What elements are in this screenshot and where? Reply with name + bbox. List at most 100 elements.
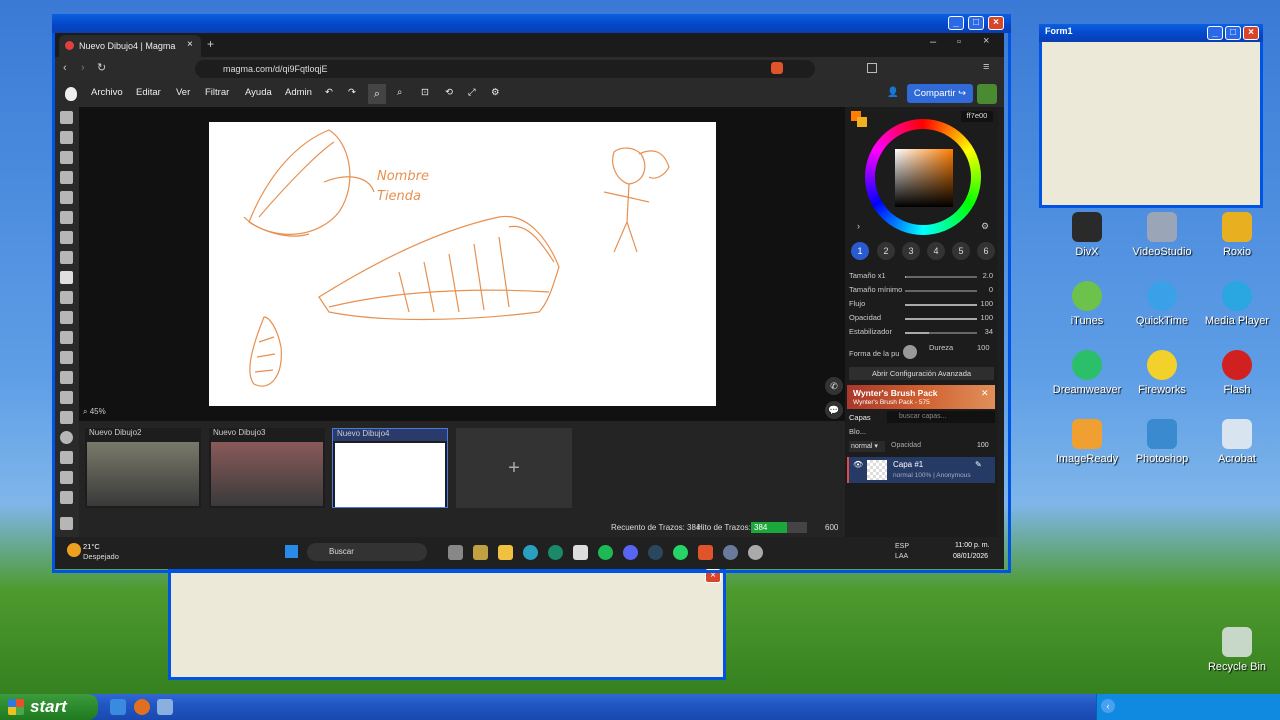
desktop-icon-roxio[interactable]: Roxio [1202, 212, 1272, 258]
steam-icon[interactable] [648, 545, 663, 560]
desktop-icon-videostudio[interactable]: VideoStudio [1127, 212, 1197, 258]
desktop-icon-quicktime[interactable]: QuickTime [1127, 281, 1197, 327]
discord-icon[interactable] [623, 545, 638, 560]
pen-tool-icon[interactable] [60, 231, 73, 244]
brush-slot-3[interactable]: 3 [902, 242, 920, 260]
window-restore-icon[interactable]: ▫ [957, 36, 961, 48]
color-hex[interactable]: ff7e00 [961, 111, 993, 122]
quicklaunch-app-icon[interactable] [157, 699, 173, 715]
eraser-tool-icon[interactable] [60, 291, 73, 304]
chat-icon[interactable]: 💬 [825, 401, 843, 419]
whatsapp-icon[interactable] [673, 545, 688, 560]
layer-search-input[interactable]: buscar capas... [887, 411, 995, 423]
windows-start-icon[interactable] [285, 545, 298, 558]
color-square[interactable] [895, 149, 953, 207]
advanced-settings-button[interactable]: Abrir Configuración Avanzada [849, 367, 994, 380]
desktop-icon-dreamweaver[interactable]: Dreamweaver [1052, 350, 1122, 396]
store-icon[interactable] [573, 545, 588, 560]
add-drawing-button[interactable]: + [456, 428, 572, 508]
taskbar-app-icon[interactable] [448, 545, 463, 560]
desktop-icon-flash[interactable]: Flash [1202, 350, 1272, 396]
menu-filtrar[interactable]: Filtrar [205, 87, 229, 98]
edit-pencil-icon[interactable]: ✎ [975, 460, 982, 469]
voice-call-icon[interactable]: ✆ [825, 377, 843, 395]
transform-tool-icon[interactable] [60, 191, 73, 204]
drawing-thumb-2[interactable]: Nuevo Dibujo2 [85, 428, 201, 508]
share-button[interactable]: Compartir ↪ [907, 84, 973, 103]
drawing-thumb-4[interactable]: Nuevo Dibujo4 [332, 428, 448, 508]
lang-indicator-2[interactable]: LAA [895, 553, 908, 560]
drawing-canvas[interactable]: Nombre Tienda [209, 122, 716, 406]
form1-window[interactable]: Form1 _ □ × [1039, 24, 1263, 208]
menu-editar[interactable]: Editar [136, 87, 161, 98]
desktop-icon-imageready[interactable]: ImageReady [1052, 419, 1122, 465]
visibility-eye-icon[interactable]: 👁 [853, 460, 863, 469]
secondary-color-swatch[interactable] [857, 117, 867, 127]
menu-ver[interactable]: Ver [176, 87, 190, 98]
brush-slot-2[interactable]: 2 [877, 242, 895, 260]
zoom-tool-icon[interactable]: ⌕ [368, 84, 386, 104]
quicklaunch-ie-icon[interactable] [110, 699, 126, 715]
browser-tab[interactable]: Nuevo Dibujo4 | Magma × [59, 35, 201, 57]
brush-tool-icon[interactable] [60, 271, 73, 284]
rectangle-tool-icon[interactable] [60, 411, 73, 424]
url-input[interactable]: magma.com/d/qi9FqtloqjE [195, 60, 815, 78]
close-tab-icon[interactable]: × [187, 39, 193, 50]
close-button[interactable]: × [1243, 26, 1259, 40]
forward-icon[interactable]: › [81, 62, 85, 74]
maximize-button[interactable]: □ [968, 16, 984, 30]
brush-slot-1[interactable]: 1 [851, 242, 869, 260]
window-close-icon[interactable]: × [983, 35, 989, 47]
history-tool-icon[interactable] [60, 491, 73, 504]
promo-close-icon[interactable]: ✕ [981, 388, 989, 399]
window-minimize-icon[interactable]: – [930, 36, 936, 48]
menu-archivo[interactable]: Archivo [91, 87, 123, 98]
setting-flow[interactable]: Flujo 100 [849, 299, 997, 312]
brush-slot-5[interactable]: 5 [952, 242, 970, 260]
fullscreen-icon[interactable]: ⤢ [468, 87, 476, 98]
blur-tool-icon[interactable] [60, 331, 73, 344]
move-tool-icon[interactable] [60, 111, 73, 124]
undo-icon[interactable]: ↶ [325, 87, 333, 98]
gradient-tool-icon[interactable] [60, 371, 73, 384]
desktop-icon-fireworks[interactable]: Fireworks [1127, 350, 1197, 396]
brush-slot-6[interactable]: 6 [977, 242, 995, 260]
lang-indicator[interactable]: ESP [895, 543, 909, 550]
taskbar-app-icon[interactable] [548, 545, 563, 560]
brush-slot-4[interactable]: 4 [927, 242, 945, 260]
settings-icon[interactable]: ⚙ [491, 87, 500, 98]
extensions-icon[interactable] [867, 63, 877, 73]
desktop-icon-media-player[interactable]: Media Player [1202, 281, 1272, 327]
rotate-icon[interactable]: ⟲ [445, 87, 453, 98]
shape-tool-icon[interactable] [60, 451, 73, 464]
promo-banner[interactable]: Wynter's Brush Pack Wynter's Brush Pack … [847, 385, 995, 409]
avatar[interactable] [977, 84, 997, 104]
tip-shape-preview[interactable] [903, 345, 917, 359]
blend-mode-select[interactable]: normal ▾ [849, 441, 885, 452]
reload-icon[interactable]: ↻ [97, 61, 106, 74]
color-settings-icon[interactable]: ⚙ [981, 221, 989, 232]
maximize-button[interactable]: □ [1225, 26, 1241, 40]
filmstrip-icon[interactable] [60, 517, 73, 530]
ellipse-tool-icon[interactable] [60, 431, 73, 444]
background-form-window[interactable]: × [168, 569, 726, 680]
drawing-thumb-3[interactable]: Nuevo Dibujo3 [209, 428, 325, 508]
taskbar-app-icon[interactable] [473, 545, 488, 560]
smudge-tool-icon[interactable] [60, 311, 73, 324]
spotify-icon[interactable] [598, 545, 613, 560]
fill-tool-icon[interactable] [60, 351, 73, 364]
desktop-icon-photoshop[interactable]: Photoshop [1127, 419, 1197, 465]
desktop-icon-divx[interactable]: DivX [1052, 212, 1122, 258]
selection-tool-icon[interactable] [60, 131, 73, 144]
desktop-icon-recycle-bin[interactable]: Recycle Bin [1202, 627, 1272, 673]
setting-opacity[interactable]: Opacidad 100 [849, 313, 997, 326]
pencil-tool-icon[interactable] [60, 251, 73, 264]
weather-icon[interactable] [67, 543, 81, 557]
browser-window[interactable]: Nuevo Dibujo4 | Magma × + – ▫ × ‹ › ↻ ☐ … [55, 33, 1004, 569]
clock-time[interactable]: 11:00 p. m. [955, 542, 990, 549]
form1-titlebar[interactable]: Form1 _ □ × [1039, 24, 1263, 42]
file-explorer-icon[interactable] [498, 545, 513, 560]
crop-tool-icon[interactable] [60, 211, 73, 224]
menu-icon[interactable]: ≡ [983, 61, 989, 73]
new-tab-button[interactable]: + [207, 37, 214, 51]
